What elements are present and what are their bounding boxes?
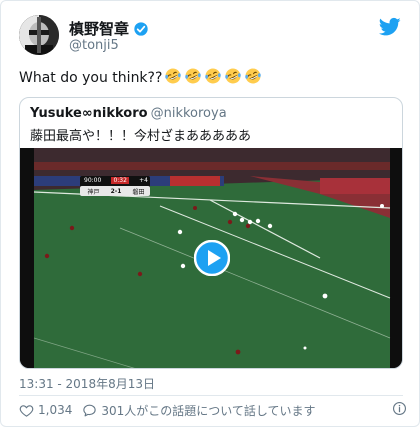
tweet-card: 槙野智章 @tonji5 What do you think?? Yusuke∞… xyxy=(0,0,420,427)
talking-count[interactable]: 301人がこの話題について話しています xyxy=(101,402,315,419)
scoreboard-clock: 90:00 0:32 +4 xyxy=(81,176,151,185)
tweet-header: 槙野智章 @tonji5 xyxy=(19,15,403,59)
rolling-on-floor-laughing-emoji xyxy=(205,68,222,84)
rolling-on-floor-laughing-emoji xyxy=(225,68,242,84)
scoreboard-score: 神戸 2-1 磐田 xyxy=(82,186,150,196)
clock-time: 90:00 xyxy=(84,177,102,184)
quoted-tweet[interactable]: Yusuke∞nikkoro @nikkoroya 藤田最高や！！！今村ざまあああ… xyxy=(19,97,403,369)
video-player[interactable]: 90:00 0:32 +4 神戸 2-1 磐田 xyxy=(20,148,402,368)
score-value: 2-1 xyxy=(110,187,122,195)
quoted-author-name[interactable]: Yusuke∞nikkoro xyxy=(30,106,148,121)
reply-bubble-icon[interactable] xyxy=(82,403,97,418)
rolling-on-floor-laughing-emoji xyxy=(185,68,202,84)
reply-button[interactable]: 301人がこの話題について話しています xyxy=(82,402,316,419)
rolling-on-floor-laughing-emoji xyxy=(165,68,182,84)
action-bar: 1,034 301人がこの話題について話しています xyxy=(19,400,326,420)
clock-added: 0:32 xyxy=(111,177,129,184)
twitter-bird-icon[interactable] xyxy=(379,17,401,37)
quoted-text: 藤田最高や！！！今村ざまあああああ xyxy=(30,129,252,144)
tweet-body: What do you think?? xyxy=(19,70,163,86)
verified-badge-icon xyxy=(134,21,148,36)
clock-plus: +4 xyxy=(139,177,148,184)
quoted-author[interactable]: Yusuke∞nikkoro @nikkoroya xyxy=(30,106,227,121)
like-button[interactable]: 1,034 xyxy=(19,403,72,418)
home-team: 神戸 xyxy=(87,188,100,196)
avatar[interactable] xyxy=(19,15,59,55)
info-icon[interactable] xyxy=(392,401,407,416)
author-name[interactable]: 槙野智章 xyxy=(69,18,129,39)
heart-icon[interactable] xyxy=(19,403,34,418)
author-name-row[interactable]: 槙野智章 xyxy=(69,18,149,39)
emoji-row xyxy=(162,67,262,89)
divider xyxy=(19,395,403,396)
quoted-author-handle[interactable]: @nikkoroya xyxy=(151,106,227,121)
rolling-on-floor-laughing-emoji xyxy=(245,68,262,84)
like-count: 1,034 xyxy=(38,403,73,417)
away-team: 磐田 xyxy=(132,188,145,196)
avatar-photo xyxy=(19,15,59,55)
tweet-text: What do you think?? xyxy=(19,67,262,89)
play-icon[interactable] xyxy=(194,240,230,276)
author-handle[interactable]: @tonji5 xyxy=(69,38,119,53)
tweet-timestamp[interactable]: 13:31 - 2018年8月13日 xyxy=(19,375,155,392)
